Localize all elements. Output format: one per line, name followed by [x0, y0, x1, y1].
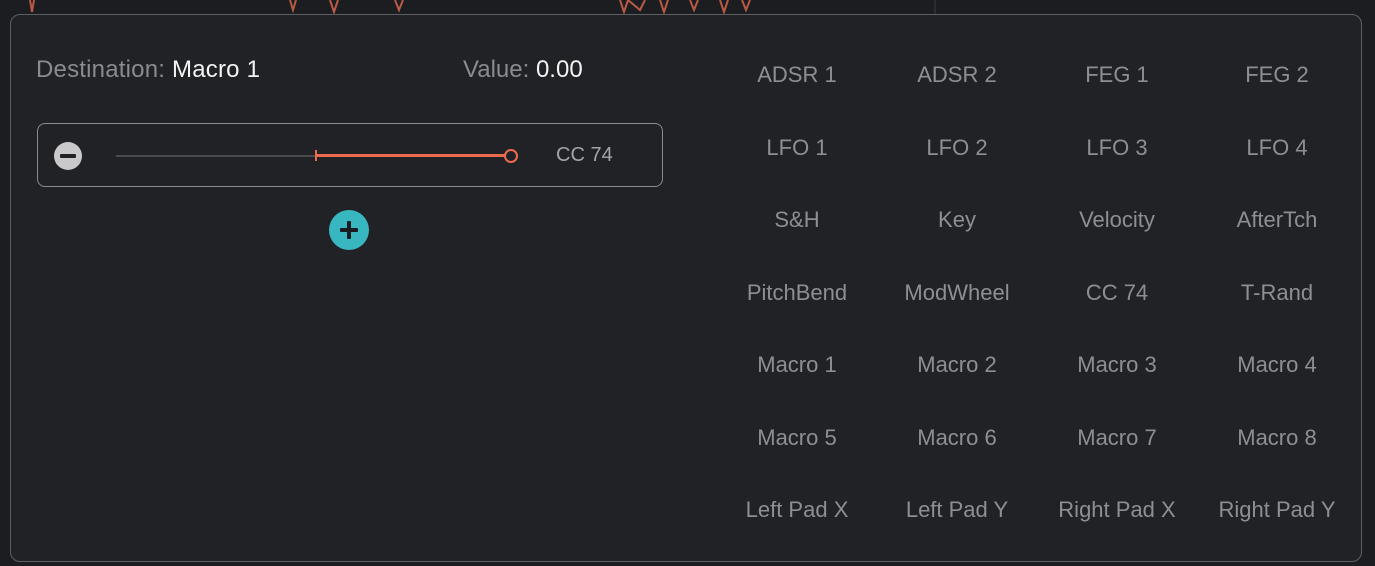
- modulation-amount-slider[interactable]: [116, 146, 518, 166]
- source-button[interactable]: AfterTch: [1197, 200, 1357, 240]
- source-button[interactable]: S&H: [717, 200, 877, 240]
- source-button[interactable]: LFO 3: [1037, 128, 1197, 168]
- source-button[interactable]: Right Pad Y: [1197, 490, 1357, 530]
- value-readout: Value: 0.00: [463, 56, 583, 84]
- source-button[interactable]: FEG 2: [1197, 55, 1357, 95]
- source-button[interactable]: LFO 1: [717, 128, 877, 168]
- modulation-source-label: CC 74: [556, 144, 613, 166]
- source-button[interactable]: PitchBend: [717, 273, 877, 313]
- minus-circle-icon[interactable]: [54, 142, 82, 170]
- source-button[interactable]: ADSR 2: [877, 55, 1037, 95]
- source-button[interactable]: Right Pad X: [1037, 490, 1197, 530]
- plus-circle-icon[interactable]: [329, 210, 369, 250]
- source-button[interactable]: LFO 2: [877, 128, 1037, 168]
- source-button[interactable]: CC 74: [1037, 273, 1197, 313]
- background-waveform: [29, 0, 936, 14]
- slider-handle[interactable]: [504, 149, 518, 163]
- modulation-slot: CC 74: [37, 123, 663, 187]
- source-button[interactable]: Macro 6: [877, 418, 1037, 458]
- source-button[interactable]: Macro 5: [717, 418, 877, 458]
- source-button[interactable]: FEG 1: [1037, 55, 1197, 95]
- slider-fill: [316, 154, 506, 157]
- source-button[interactable]: Key: [877, 200, 1037, 240]
- source-button[interactable]: Macro 3: [1037, 345, 1197, 385]
- source-button[interactable]: Macro 7: [1037, 418, 1197, 458]
- destination-value: Macro 1: [172, 56, 261, 83]
- source-button[interactable]: Macro 2: [877, 345, 1037, 385]
- source-button[interactable]: Left Pad Y: [877, 490, 1037, 530]
- source-button[interactable]: LFO 4: [1197, 128, 1357, 168]
- value-number: 0.00: [535, 56, 583, 83]
- modulation-panel: Destination: Macro 1 Value: 0.00 CC 74 A…: [10, 14, 1362, 562]
- source-button[interactable]: T-Rand: [1197, 273, 1357, 313]
- source-button[interactable]: Macro 4: [1197, 345, 1357, 385]
- source-button[interactable]: Macro 8: [1197, 418, 1357, 458]
- source-button[interactable]: Macro 1: [717, 345, 877, 385]
- source-button[interactable]: ModWheel: [877, 273, 1037, 313]
- value-label: Value:: [463, 56, 530, 83]
- source-grid: ADSR 1 ADSR 2 FEG 1 FEG 2 LFO 1 LFO 2 LFO 3 LFO…: [717, 55, 1357, 563]
- destination-label: Destination:: [36, 56, 166, 83]
- destination-readout: Destination: Macro 1: [36, 56, 260, 84]
- source-button[interactable]: Velocity: [1037, 200, 1197, 240]
- source-button[interactable]: Left Pad X: [717, 490, 877, 530]
- source-button[interactable]: ADSR 1: [717, 55, 877, 95]
